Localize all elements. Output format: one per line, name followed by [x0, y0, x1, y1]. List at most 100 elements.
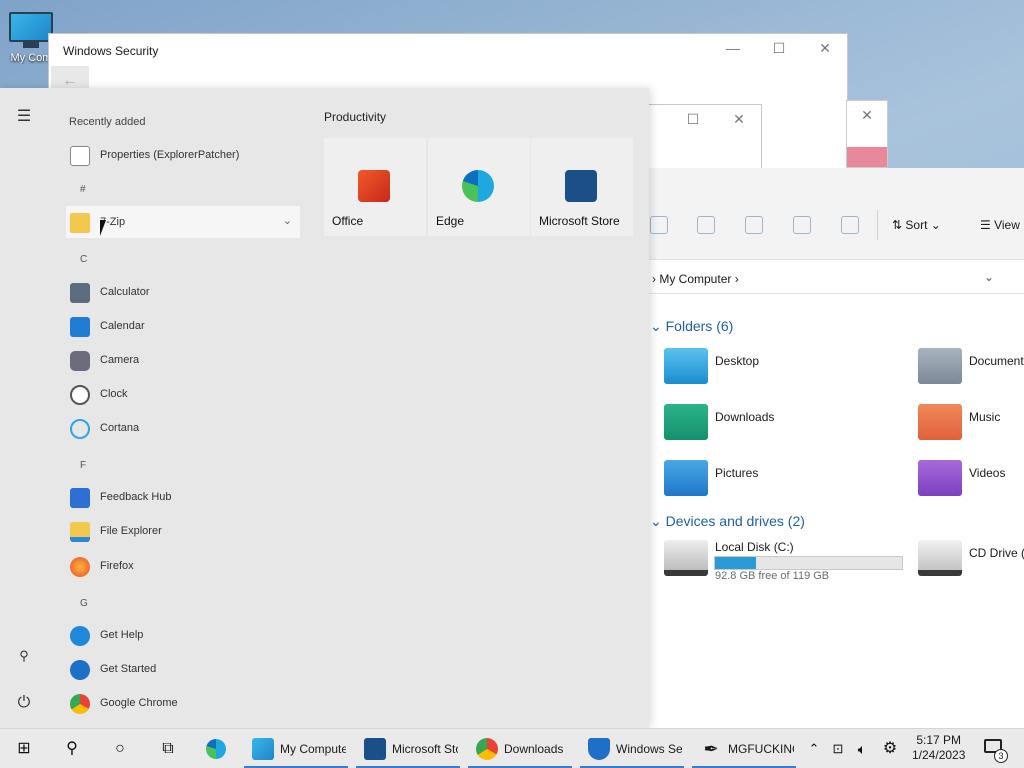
notification-center-button[interactable]: 3 — [984, 739, 1008, 763]
taskbar-app-microsoft-store[interactable]: Microsoft Store — [356, 729, 460, 768]
computer-icon — [9, 12, 53, 42]
firefox-icon — [70, 557, 90, 577]
drives-section-header[interactable]: ⌄ Devices and drives (2) — [650, 513, 805, 530]
pinned-group-header: Productivity — [324, 110, 387, 124]
copy-icon[interactable] — [650, 216, 668, 234]
start-menu[interactable]: ☰ ⚲ ⏻ Recently added Properties (Explore… — [0, 88, 649, 728]
hamburger-menu-icon[interactable]: ☰ — [14, 106, 34, 126]
edge-icon[interactable] — [206, 739, 226, 759]
chevron-down-icon: ⌄ — [650, 318, 666, 334]
tile-office[interactable]: Office — [324, 138, 426, 236]
recently-added-header: Recently added — [69, 116, 146, 128]
downloads-folder-icon — [664, 404, 708, 440]
address-bar[interactable]: › My Computer › ⌄ — [640, 264, 1024, 294]
window-title: Windows Security — [63, 44, 159, 58]
calendar-icon — [70, 317, 90, 337]
folders-section-header[interactable]: ⌄ Folders (6) — [650, 318, 733, 335]
chevron-down-icon[interactable]: ⌄ — [984, 270, 994, 284]
camera-icon — [70, 351, 90, 371]
chevron-down-icon[interactable]: ⌄ — [283, 214, 292, 227]
section-letter[interactable]: F — [80, 460, 86, 471]
properties-icon — [70, 146, 90, 166]
taskbar-app-mgfucking[interactable]: ✒ MGFUCKING — [692, 729, 796, 768]
chevron-right-icon: › — [652, 272, 656, 286]
app-file-explorer[interactable]: File Explorer — [66, 515, 300, 547]
folder-icon — [70, 213, 90, 233]
view-button[interactable]: ☰ View — [980, 218, 1020, 232]
section-letter[interactable]: G — [80, 598, 88, 609]
app-cortana[interactable]: Cortana — [66, 412, 300, 444]
file-explorer-window[interactable]: ⇅ Sort ⌄ ☰ View › My Computer › ⌄ ⌄ Fold… — [640, 168, 1024, 728]
chrome-icon — [476, 738, 498, 760]
taskbar-clock[interactable]: 5:17 PM 1/24/2023 — [912, 733, 965, 763]
settings-gear-icon[interactable]: ⚙ — [880, 739, 900, 759]
notification-count-badge: 3 — [994, 749, 1008, 763]
shield-icon — [588, 738, 610, 760]
sort-icon: ⇅ — [892, 218, 906, 232]
hard-drive-icon — [664, 540, 708, 576]
taskbar-app-windows-security[interactable]: Windows Security — [580, 729, 684, 768]
chevron-right-icon: › — [734, 272, 739, 286]
cd-drive-icon — [918, 540, 962, 576]
rename-icon[interactable] — [745, 216, 763, 234]
taskbar: ⊞ ⚲ ○ ⧉ My Computer Microsoft Store Down… — [0, 728, 1024, 768]
delete-icon[interactable] — [841, 216, 859, 234]
taskbar-app-chrome[interactable]: Downloads — [468, 729, 572, 768]
chevron-down-icon: ⌄ — [650, 513, 666, 529]
app-camera[interactable]: Camera — [66, 344, 300, 376]
close-button[interactable]: ✕ — [815, 40, 835, 57]
chevron-up-icon[interactable]: ⌃ — [804, 739, 824, 759]
microsoft-store-icon — [565, 170, 597, 202]
videos-folder-icon — [918, 460, 962, 496]
power-icon[interactable]: ⏻ — [14, 694, 34, 712]
feedback-hub-icon — [70, 488, 90, 508]
app-firefox[interactable]: Firefox — [66, 550, 300, 582]
drive-usage-bar — [714, 556, 903, 570]
chrome-icon — [70, 694, 90, 714]
view-icon: ☰ — [980, 218, 995, 232]
windows-start-icon[interactable]: ⊞ — [14, 739, 34, 759]
get-help-icon — [70, 626, 90, 646]
app-properties-explorerpatcher[interactable]: Properties (ExplorerPatcher) — [66, 139, 300, 171]
taskbar-app-my-computer[interactable]: My Computer — [244, 729, 348, 768]
cortana-icon[interactable]: ○ — [110, 739, 130, 759]
volume-icon[interactable]: 🔈︎ — [852, 739, 872, 759]
minimize-button[interactable]: — — [723, 40, 743, 56]
edge-icon — [462, 170, 494, 202]
network-icon[interactable]: ⊡ — [828, 739, 848, 759]
tile-edge[interactable]: Edge — [428, 138, 530, 236]
breadcrumb-my-computer[interactable]: My Computer — [659, 272, 731, 286]
office-icon — [358, 170, 390, 202]
computer-icon — [252, 738, 274, 760]
sort-button[interactable]: ⇅ Sort ⌄ — [892, 218, 941, 232]
app-feedback-hub[interactable]: Feedback Hub — [66, 481, 300, 513]
search-icon[interactable]: ⚲ — [62, 739, 82, 759]
calculator-icon — [70, 283, 90, 303]
microsoft-store-icon — [364, 738, 386, 760]
task-view-icon[interactable]: ⧉ — [158, 739, 178, 759]
close-button[interactable]: ✕ — [857, 107, 877, 124]
file-explorer-icon — [70, 522, 90, 542]
paste-icon[interactable] — [697, 216, 715, 234]
tile-microsoft-store[interactable]: Microsoft Store — [531, 138, 633, 236]
section-letter[interactable]: # — [80, 184, 86, 195]
app-get-help[interactable]: Get Help — [66, 619, 300, 651]
breadcrumb[interactable]: › My Computer › — [652, 272, 739, 286]
app-clock[interactable]: Clock — [66, 378, 300, 410]
background-window-pink[interactable]: ✕ — [846, 100, 888, 168]
app-calculator[interactable]: Calculator — [66, 276, 300, 308]
close-button[interactable]: ✕ — [729, 111, 749, 128]
user-icon[interactable]: ⚲ — [14, 648, 34, 664]
documents-folder-icon — [918, 348, 962, 384]
app-google-chrome[interactable]: Google Chrome — [66, 687, 300, 719]
app-calendar[interactable]: Calendar — [66, 310, 300, 342]
chevron-down-icon: ⌄ — [927, 218, 941, 232]
get-started-icon — [70, 660, 90, 680]
app-get-started[interactable]: Get Started — [66, 653, 300, 685]
share-icon[interactable] — [793, 216, 811, 234]
section-letter[interactable]: C — [80, 254, 87, 265]
maximize-button[interactable]: ☐ — [769, 40, 789, 57]
maximize-button[interactable]: ☐ — [683, 111, 703, 128]
cortana-icon — [70, 419, 90, 439]
explorer-toolbar: ⇅ Sort ⌄ ☰ View — [640, 168, 1024, 260]
